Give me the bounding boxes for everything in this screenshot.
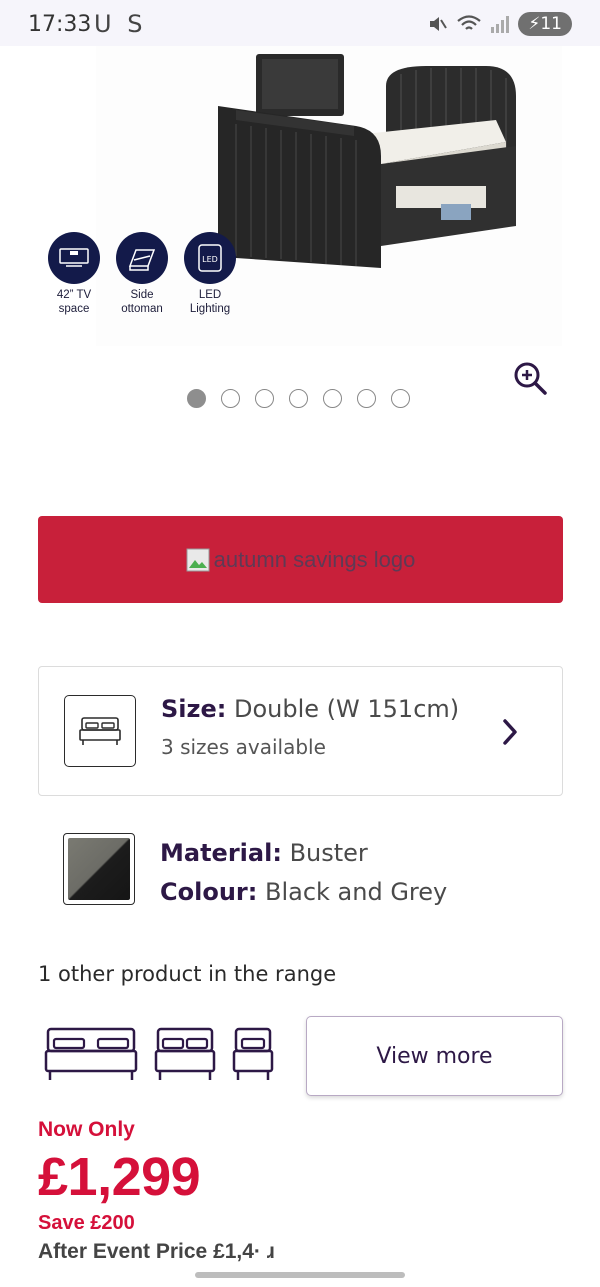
colour-line: Colour: Black and Grey [160,873,447,912]
zoom-in-icon[interactable] [512,360,548,396]
range-text: 1 other product in the range [38,962,337,986]
home-indicator[interactable] [195,1272,405,1278]
carousel-dot[interactable] [289,389,308,408]
carousel-dot[interactable] [221,389,240,408]
colour-swatch[interactable] [63,833,135,905]
status-icons: ⚡11 [426,12,572,36]
carousel-dot[interactable] [357,389,376,408]
promo-banner[interactable]: autumn savings logo [38,516,563,603]
feature-tv-label: 42” TV space [56,289,92,315]
carousel-dot[interactable] [187,389,206,408]
bed-size-icons [44,1026,274,1082]
price: £1,299 [38,1147,201,1207]
status-time: 17:33 [28,12,92,37]
save-amount: Save £200 [38,1212,135,1234]
bed-size-icon [64,695,136,767]
wifi-icon [457,15,482,30]
carousel-dot[interactable] [255,389,274,408]
after-event-price: After Event Price £1,4· ɹ [38,1240,275,1263]
tv-icon [48,232,100,284]
double-bed-icon [154,1027,216,1080]
colour-label: Colour: [160,878,258,906]
size-line: Size: Double (W 151cm) [161,695,459,723]
led-icon: LED [184,232,236,284]
feature-ottoman: Side ottoman [114,232,170,316]
promo-logo: autumn savings logo [186,546,416,573]
material-label: Material: [160,839,282,867]
king-bed-icon [44,1027,138,1080]
status-carrier: U S [94,10,147,38]
material-info: Material: Buster Colour: Black and Grey [160,834,447,912]
size-label: Size: [161,695,227,723]
carousel-dot[interactable] [323,389,342,408]
material-value: Buster [289,839,368,867]
view-more-button[interactable]: View more [306,1016,563,1096]
carousel-dots [187,389,410,408]
now-only-label: Now Only [38,1118,135,1141]
battery-indicator: ⚡11 [518,12,572,36]
feature-ottoman-label: Side ottoman [121,289,163,315]
size-value: Double (W 151cm) [234,695,460,723]
svg-text:LED: LED [202,255,218,264]
signal-icon [491,16,510,33]
broken-image-icon [186,548,210,571]
chevron-right-icon [503,719,517,745]
single-bed-icon [232,1027,274,1080]
mute-icon [430,17,448,31]
status-bar: 17:33 U S ⚡11 [0,0,600,46]
material-line: Material: Buster [160,834,447,873]
sizes-available: 3 sizes available [161,735,326,759]
size-selector[interactable]: Size: Double (W 151cm) 3 sizes available [38,666,563,796]
promo-alt-text: autumn savings logo [213,546,416,572]
feature-led-label: LED Lighting [189,289,231,315]
feature-badges: 42” TV space Side ottoman LED LED Lighting [46,232,238,316]
feature-led: LED LED Lighting [182,232,238,316]
colour-value: Black and Grey [264,878,448,906]
carousel-dot[interactable] [391,389,410,408]
swatch-color [68,838,130,900]
charging-icon: ⚡ [528,14,541,34]
product-image[interactable]: 42” TV space Side ottoman LED LED Lighting [48,46,562,346]
feature-tv: 42” TV space [46,232,102,316]
size-text: Size: Double (W 151cm) 3 sizes available [161,695,459,759]
bed-ottoman-icon [116,232,168,284]
battery-level: 11 [540,14,562,34]
